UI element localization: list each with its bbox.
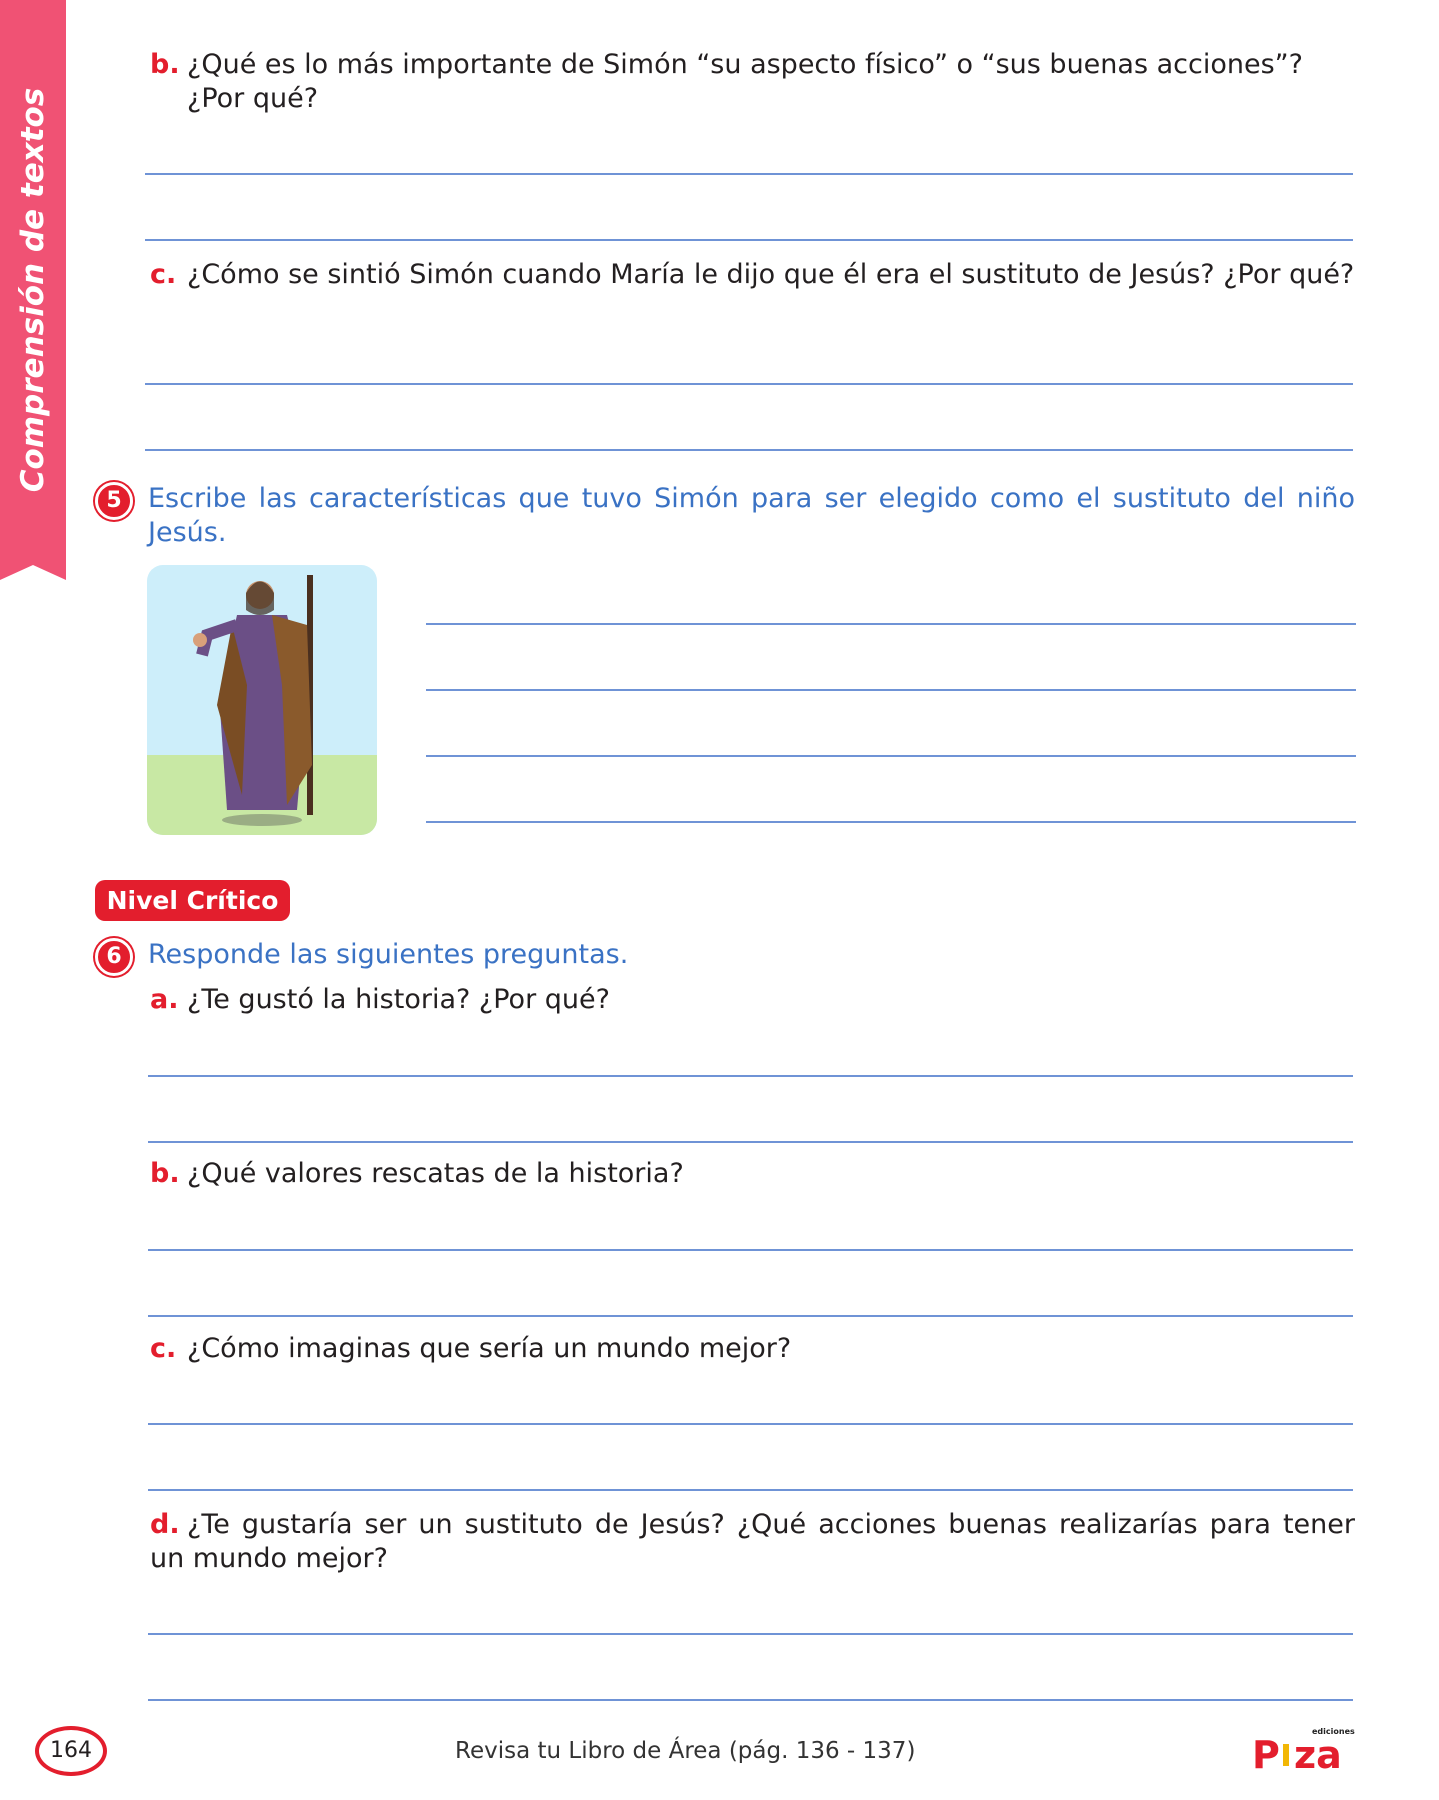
question-text-cont: ¿Por qué? xyxy=(187,83,319,114)
task-number-badge: 5 xyxy=(95,482,133,520)
question-4b: b. ¿Qué es lo más importante de Simón “su… xyxy=(150,48,1355,116)
answer-line[interactable] xyxy=(145,383,1353,385)
question-text: ¿Cómo se sintió Simón cuando María le di… xyxy=(187,259,1355,290)
answer-line[interactable] xyxy=(148,1489,1353,1491)
answer-line[interactable] xyxy=(148,1699,1353,1701)
question-text: ¿Te gustó la historia? ¿Por qué? xyxy=(187,984,610,1015)
question-text: ¿Qué es lo más importante de Simón “su a… xyxy=(187,49,1303,80)
answer-line[interactable] xyxy=(145,239,1353,241)
task-text: Responde las siguientes preguntas. xyxy=(148,939,629,970)
task-5: 5 Escribe las características que tuvo Si… xyxy=(95,482,1355,550)
question-letter: d. xyxy=(150,1509,180,1540)
section-label: Comprensión de textos xyxy=(15,87,51,493)
level-badge: Nivel Crítico xyxy=(95,880,290,921)
task-number-badge: 6 xyxy=(95,938,133,976)
task-text: Escribe las características que tuvo Sim… xyxy=(148,483,1355,548)
answer-line[interactable] xyxy=(148,1249,1353,1251)
answer-line[interactable] xyxy=(148,1315,1353,1317)
saint-figure-image xyxy=(147,565,377,835)
question-letter: c. xyxy=(150,1333,177,1364)
answer-line[interactable] xyxy=(145,449,1353,451)
svg-text:za: za xyxy=(1294,1733,1342,1774)
answer-line[interactable] xyxy=(148,1633,1353,1635)
publisher-logo: ediciones P za xyxy=(1252,1724,1357,1777)
question-4c: c. ¿Cómo se sintió Simón cuando María le … xyxy=(150,258,1355,292)
question-letter: b. xyxy=(150,1158,180,1189)
answer-line[interactable] xyxy=(148,1141,1353,1143)
answer-line[interactable] xyxy=(426,821,1356,823)
question-6d: d. ¿Te gustaría ser un sustituto de Jesús… xyxy=(150,1508,1355,1576)
answer-line[interactable] xyxy=(148,1423,1353,1425)
page-number: 164 xyxy=(35,1726,107,1776)
svg-text:P: P xyxy=(1252,1733,1280,1774)
question-6c: c. ¿Cómo imaginas que sería un mundo mejo… xyxy=(150,1332,1355,1366)
question-6b: b. ¿Qué valores rescatas de la historia? xyxy=(150,1157,1355,1191)
answer-line[interactable] xyxy=(426,689,1356,691)
question-text: ¿Cómo imaginas que sería un mundo mejor? xyxy=(187,1333,792,1364)
answer-line[interactable] xyxy=(426,623,1356,625)
question-6a: a. ¿Te gustó la historia? ¿Por qué? xyxy=(150,983,1355,1017)
question-letter: c. xyxy=(150,259,177,290)
answer-line[interactable] xyxy=(148,1075,1353,1077)
answer-line[interactable] xyxy=(145,173,1353,175)
section-ribbon: Comprensión de textos xyxy=(0,0,66,580)
question-letter: b. xyxy=(150,49,180,80)
question-text: ¿Te gustaría ser un sustituto de Jesús? … xyxy=(150,1509,1355,1574)
question-letter: a. xyxy=(150,984,179,1015)
question-text: ¿Qué valores rescatas de la historia? xyxy=(187,1158,684,1189)
footer-reference: Revisa tu Libro de Área (pág. 136 - 137) xyxy=(455,1738,916,1764)
answer-line[interactable] xyxy=(426,755,1356,757)
task-6: 6 Responde las siguientes preguntas. xyxy=(95,938,1355,976)
